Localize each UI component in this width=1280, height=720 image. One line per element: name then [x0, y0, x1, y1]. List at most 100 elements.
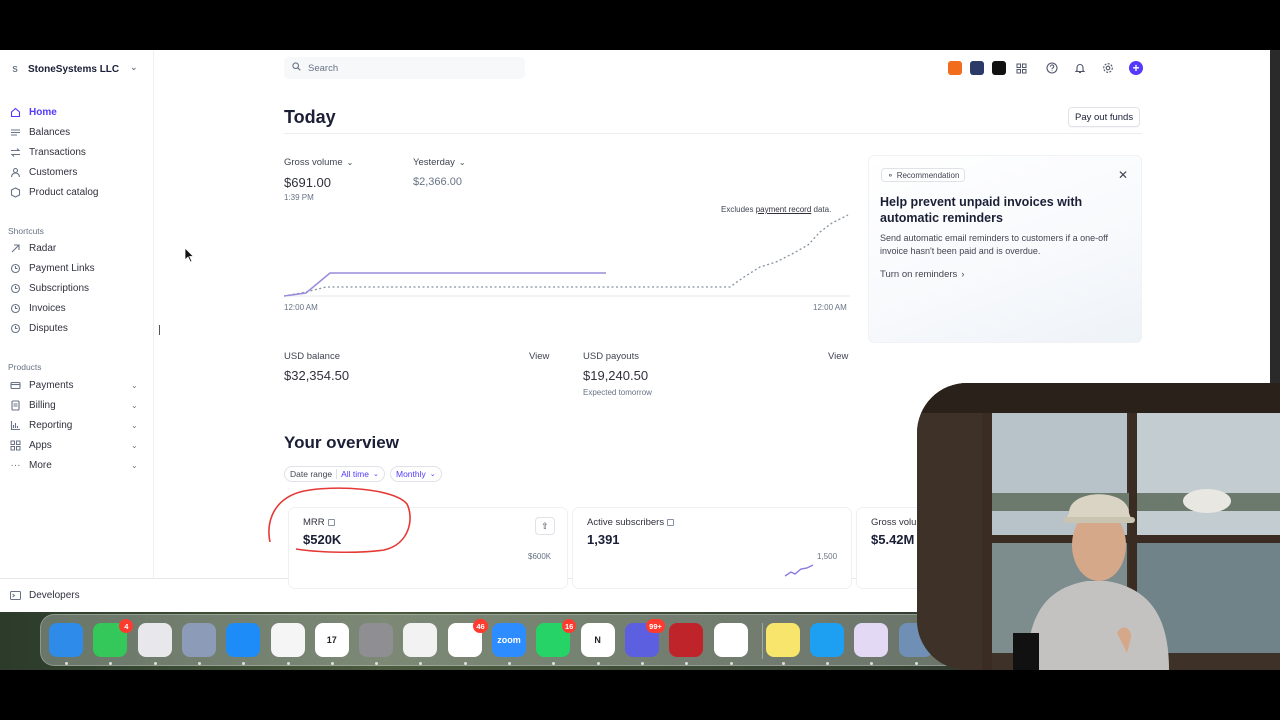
photos-icon[interactable]	[270, 623, 305, 657]
slack-icon[interactable]: 46	[447, 619, 488, 657]
usd-payouts-view-link[interactable]: View	[828, 351, 848, 362]
app-orange-icon[interactable]	[948, 61, 962, 75]
database-icon[interactable]	[669, 623, 704, 657]
running-indicator	[596, 662, 600, 665]
sidebar-item-more[interactable]: ··· More ⌄	[0, 455, 154, 475]
calendar-icon[interactable]: 17	[314, 623, 349, 657]
developers-label: Developers	[29, 590, 80, 601]
finder-icon[interactable]	[49, 623, 83, 657]
sidebar-item-transactions[interactable]: Transactions	[0, 142, 154, 162]
sidebar-item-payment-links[interactable]: Payment Links	[0, 258, 154, 278]
simulator-icon[interactable]	[181, 623, 216, 657]
running-indicator	[685, 662, 689, 665]
create-plus-button[interactable]: +	[1129, 61, 1143, 75]
recommendation-tag: ⚬ Recommendation	[881, 168, 966, 182]
app-store-icon[interactable]	[226, 623, 261, 657]
running-indicator	[419, 662, 423, 665]
notes-icon[interactable]	[765, 623, 800, 657]
sidebar-item-product-catalog[interactable]: Product catalog	[0, 182, 154, 202]
app-navy-icon[interactable]	[970, 61, 984, 75]
running-indicator	[729, 662, 733, 665]
payments-icon	[10, 380, 21, 391]
sidebar-item-disputes[interactable]: Disputes	[0, 318, 154, 338]
installed-apps	[948, 61, 1028, 75]
usd-payouts-sub: Expected tomorrow	[583, 388, 652, 397]
chrome-icon[interactable]	[403, 623, 438, 657]
main-nav: Home Balances Transactions Customers Pro…	[0, 102, 154, 202]
running-indicator	[870, 662, 874, 665]
turn-on-reminders-link[interactable]: Turn on reminders ›	[880, 269, 964, 280]
sidebar-item-label: Payments	[29, 379, 74, 391]
usd-balance-value: $32,354.50	[284, 368, 350, 383]
gross-volume-card-value: $5.42M	[871, 532, 915, 547]
sidebar-item-label: Product catalog	[29, 186, 99, 198]
export-icon[interactable]: ⇧	[535, 517, 555, 535]
sidebar-item-payments[interactable]: Payments ⌄	[0, 375, 154, 395]
zoom-label: zoom	[497, 635, 521, 645]
pay-out-funds-button[interactable]: Pay out funds	[1068, 107, 1141, 127]
turn-on-reminders-label: Turn on reminders	[880, 269, 958, 280]
sidebar-item-customers[interactable]: Customers	[0, 162, 154, 182]
account-switcher[interactable]: S StoneSystems LLC ⌄	[8, 62, 148, 76]
sidebar-item-subscriptions[interactable]: Subscriptions	[0, 278, 154, 298]
apps-grid-icon[interactable]	[1014, 61, 1028, 75]
sidebar-item-billing[interactable]: Billing ⌄	[0, 395, 154, 415]
notion-icon[interactable]: N	[580, 623, 615, 657]
compare-selector[interactable]: Yesterday ⌄	[413, 157, 466, 168]
zoom-icon[interactable]: zoom	[492, 623, 526, 657]
search-bar[interactable]: Search	[284, 57, 525, 79]
sidebar-item-label: Invoices	[29, 302, 66, 314]
apps-icon	[10, 440, 21, 451]
chevron-down-icon: ⌄	[131, 380, 138, 390]
bell-icon[interactable]	[1073, 61, 1087, 75]
products-nav: Payments ⌄ Billing ⌄ Reporting ⌄ Apps ⌄ …	[0, 375, 154, 475]
products-heading: Products	[8, 362, 42, 372]
running-indicator	[197, 662, 201, 665]
recommendation-title: Help prevent unpaid invoices with automa…	[880, 195, 1083, 225]
sidebar-item-label: Payment Links	[29, 262, 95, 274]
sidebar-item-invoices[interactable]: Invoices	[0, 298, 154, 318]
webcam-person-image	[917, 383, 1280, 670]
date-range-filter[interactable]: Date range All time ⌄	[284, 466, 385, 482]
sidebar-item-home[interactable]: Home	[0, 102, 154, 122]
page-title: Today	[284, 107, 336, 127]
mouse-cursor-icon	[184, 247, 194, 263]
chart-axis-start: 12:00 AM	[284, 303, 318, 312]
gross-volume-selector[interactable]: Gross volume ⌄	[284, 157, 353, 168]
running-indicator	[640, 662, 644, 665]
running-indicator	[375, 662, 379, 665]
sidebar-item-label: Reporting	[29, 419, 73, 431]
compare-value: $2,366.00	[413, 176, 462, 188]
active-subscribers-card[interactable]: Active subscribers 1,391 1,500	[573, 508, 851, 588]
shortcuts-nav: Radar Payment Links Subscriptions Invoic…	[0, 238, 154, 338]
sidebar-item-label: Radar	[29, 242, 57, 254]
whatsapp-icon[interactable]: 16	[536, 619, 577, 657]
date-range-label: Date range	[290, 469, 333, 479]
notification-badge: 16	[561, 619, 577, 633]
messages-icon[interactable]: 4	[93, 619, 134, 657]
clock-icon	[10, 263, 21, 274]
help-icon[interactable]	[1045, 61, 1059, 75]
interval-filter[interactable]: Monthly ⌄	[390, 466, 442, 482]
app-black-icon[interactable]	[992, 61, 1006, 75]
running-indicator	[552, 662, 556, 665]
usd-balance-view-link[interactable]: View	[529, 351, 549, 362]
tasks-icon[interactable]: 99+	[624, 619, 665, 657]
account-initial: S	[12, 64, 18, 74]
screen-recorder-icon[interactable]	[854, 623, 889, 657]
chatgpt-icon[interactable]	[713, 623, 748, 657]
chevron-right-icon: ›	[961, 269, 965, 280]
sidebar-item-radar[interactable]: Radar	[0, 238, 154, 258]
date-range-value: All time	[341, 469, 369, 479]
gear-icon[interactable]	[1101, 61, 1115, 75]
sidebar-item-reporting[interactable]: Reporting ⌄	[0, 415, 154, 435]
dock-separator	[762, 623, 763, 659]
sidebar-item-apps[interactable]: Apps ⌄	[0, 435, 154, 455]
launchpad-icon[interactable]	[137, 623, 172, 657]
divider	[336, 469, 338, 479]
more-icon: ···	[10, 459, 21, 471]
quicktime-icon[interactable]	[810, 623, 845, 657]
system-settings-icon[interactable]	[359, 623, 394, 657]
sidebar-item-balances[interactable]: Balances	[0, 122, 154, 142]
close-icon[interactable]: ✕	[1118, 168, 1128, 182]
